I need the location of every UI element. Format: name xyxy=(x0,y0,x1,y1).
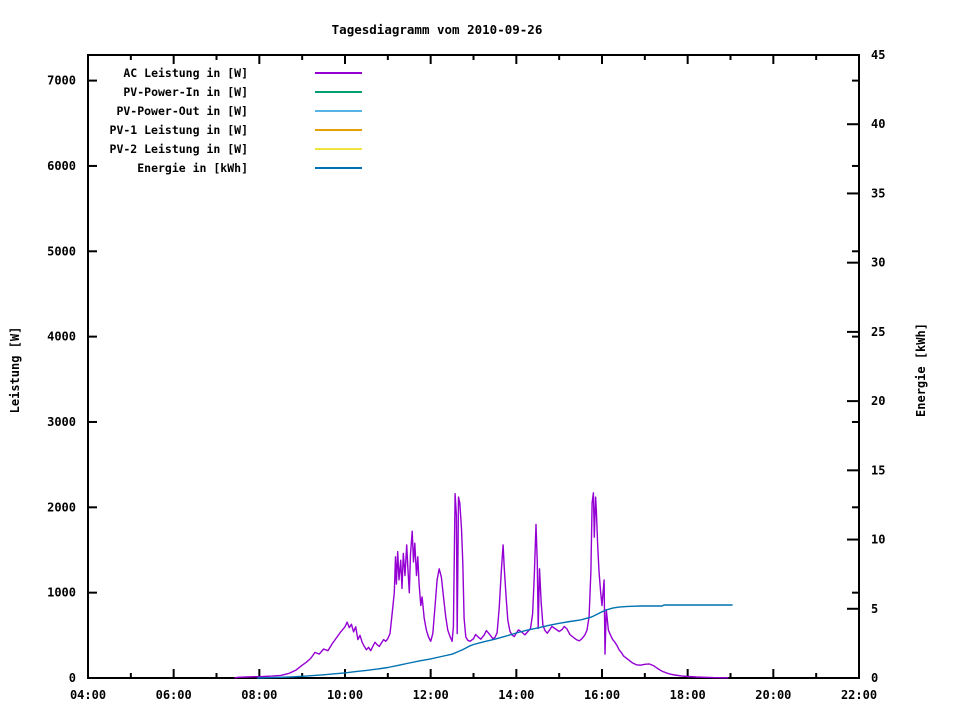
y1-tick-label: 3000 xyxy=(47,415,76,429)
legend-line-sample xyxy=(315,71,362,74)
legend-label: PV-Power-Out in [W] xyxy=(116,103,248,118)
x-tick-label: 22:00 xyxy=(841,688,877,702)
legend-label: PV-2 Leistung in [W] xyxy=(109,141,248,156)
legend-line-sample xyxy=(315,128,362,131)
y-axis-right-label: Energie [kWh] xyxy=(914,323,928,417)
legend-label: AC Leistung in [W] xyxy=(123,65,248,80)
y2-tick-label: 25 xyxy=(871,325,885,339)
y2-tick-label: 0 xyxy=(871,671,878,685)
y1-tick-label: 0 xyxy=(69,671,76,685)
x-tick-label: 20:00 xyxy=(755,688,791,702)
y1-tick-label: 2000 xyxy=(47,500,76,514)
legend-line-sample xyxy=(315,109,362,112)
y2-tick-label: 40 xyxy=(871,117,885,131)
y2-tick-label: 30 xyxy=(871,256,885,270)
legend: AC Leistung in [W] PV-Power-In in [W] PV… xyxy=(88,63,388,177)
y1-tick-label: 6000 xyxy=(47,159,76,173)
y1-tick-label: 5000 xyxy=(47,244,76,258)
legend-item-pv2-leistung: PV-2 Leistung in [W] xyxy=(88,139,388,158)
x-tick-label: 18:00 xyxy=(670,688,706,702)
x-tick-label: 16:00 xyxy=(584,688,620,702)
y2-tick-label: 45 xyxy=(871,48,885,62)
legend-item-ac-leistung: AC Leistung in [W] xyxy=(88,63,388,82)
legend-item-pv-power-out: PV-Power-Out in [W] xyxy=(88,101,388,120)
legend-label: PV-Power-In in [W] xyxy=(123,84,248,99)
y2-tick-label: 20 xyxy=(871,394,885,408)
x-tick-label: 14:00 xyxy=(498,688,534,702)
y1-tick-label: 1000 xyxy=(47,586,76,600)
legend-item-energie: Energie in [kWh] xyxy=(88,158,388,177)
legend-item-pv-power-in: PV-Power-In in [W] xyxy=(88,82,388,101)
legend-label: Energie in [kWh] xyxy=(137,160,248,175)
y2-tick-label: 10 xyxy=(871,533,885,547)
x-tick-label: 04:00 xyxy=(70,688,106,702)
legend-label: PV-1 Leistung in [W] xyxy=(109,122,248,137)
series-kWh-line xyxy=(257,604,733,679)
x-tick-label: 06:00 xyxy=(156,688,192,702)
series-W-line xyxy=(234,492,729,679)
y1-tick-label: 4000 xyxy=(47,330,76,344)
x-tick-label: 08:00 xyxy=(241,688,277,702)
y-axis-left-label: Leistung [W] xyxy=(8,326,22,414)
y2-tick-label: 15 xyxy=(871,463,885,477)
legend-line-sample xyxy=(315,147,362,150)
y2-tick-label: 35 xyxy=(871,186,885,200)
x-tick-label: 10:00 xyxy=(327,688,363,702)
legend-line-sample xyxy=(315,166,362,169)
chart-canvas: Tagesdiagramm vom 2010-09-26 04:00 06:00 0… xyxy=(0,0,960,720)
x-tick-label: 12:00 xyxy=(413,688,449,702)
y1-tick-label: 7000 xyxy=(47,74,76,88)
legend-line-sample xyxy=(315,90,362,93)
legend-item-pv1-leistung: PV-1 Leistung in [W] xyxy=(88,120,388,139)
y2-tick-label: 5 xyxy=(871,602,878,616)
